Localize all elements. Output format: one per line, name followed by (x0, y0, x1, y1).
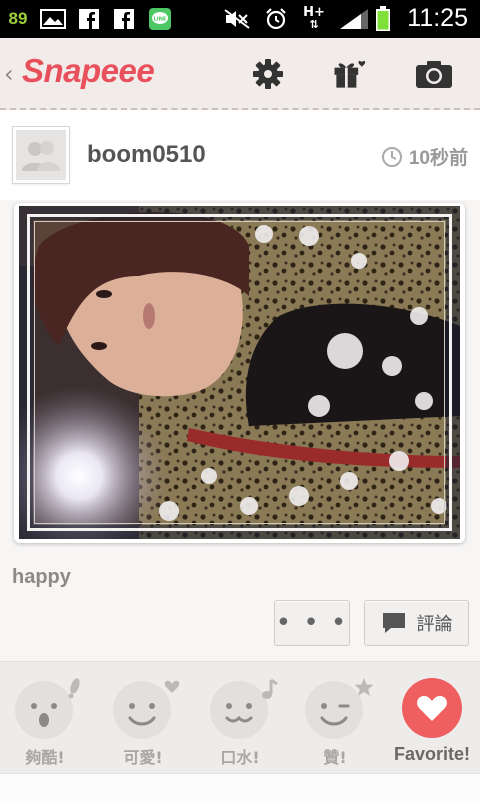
network-type: H+ ⇅ (302, 6, 326, 31)
reaction-cool[interactable]: 夠酷! (5, 676, 85, 768)
reaction-bar: 夠酷! 可愛! 口水! 贊! Favorite! (0, 661, 480, 774)
praise-face-icon (305, 678, 374, 739)
facebook-icon (113, 7, 135, 31)
favorite-circle (402, 678, 462, 738)
camera-icon (416, 61, 452, 88)
reaction-cute[interactable]: 可愛! (103, 676, 183, 768)
time-ago: 10秒前 (408, 148, 468, 169)
camera-button[interactable] (414, 56, 454, 92)
battery-percent: 89 (8, 9, 28, 28)
mute-icon (222, 7, 252, 31)
app-header: ‹ Snapeee (0, 38, 480, 110)
reaction-label: 贊! (323, 748, 347, 767)
post-photo[interactable] (19, 206, 460, 539)
default-avatar-icon (16, 130, 66, 180)
post-header: boom0510 10秒前 (0, 110, 480, 200)
favorite-button[interactable]: Favorite! (392, 676, 472, 765)
alarm-icon (262, 7, 290, 31)
reaction-drool[interactable]: 口水! (200, 676, 280, 768)
settings-button[interactable] (248, 56, 288, 92)
reaction-label: 口水! (220, 748, 260, 767)
comment-label: 評論 (416, 614, 453, 635)
cool-face-icon (15, 678, 80, 739)
battery-icon (374, 6, 392, 31)
post-time: 10秒前 (381, 143, 468, 170)
more-label: • • • (275, 608, 349, 638)
status-bar: 89 LINE H+ ⇅ 11:25 (0, 0, 480, 38)
reaction-praise[interactable]: 贊! (295, 676, 375, 768)
photo-card (14, 203, 465, 543)
reaction-label: 可愛! (123, 748, 163, 767)
svg-text:LINE: LINE (154, 17, 167, 23)
more-button[interactable]: • • • (274, 600, 350, 646)
clock: 11:25 (407, 4, 468, 32)
comment-button[interactable]: 評論 (364, 600, 469, 646)
reaction-label: 夠酷! (25, 748, 65, 767)
data-arrows-icon: ⇅ (309, 18, 319, 31)
facebook-icon (78, 7, 100, 31)
username[interactable]: boom0510 (87, 141, 206, 169)
photo-frame (27, 214, 452, 531)
gear-icon (253, 59, 283, 89)
favorite-label: Favorite! (393, 744, 471, 764)
cute-face-icon (113, 680, 180, 739)
image-icon (38, 7, 68, 31)
gift-button[interactable] (330, 56, 370, 92)
signal-icon (338, 7, 370, 31)
gift-icon (334, 60, 366, 88)
line-icon: LINE (148, 7, 172, 31)
comment-icon (382, 613, 405, 633)
bottom-strip (0, 773, 480, 801)
back-chevron-icon[interactable]: ‹ (4, 60, 14, 88)
clock-icon (381, 146, 402, 167)
post-caption: happy (12, 566, 71, 588)
drool-face-icon (210, 678, 278, 739)
app-logo[interactable]: Snapeee (22, 52, 155, 90)
avatar[interactable] (12, 126, 70, 184)
heart-icon (417, 696, 447, 721)
